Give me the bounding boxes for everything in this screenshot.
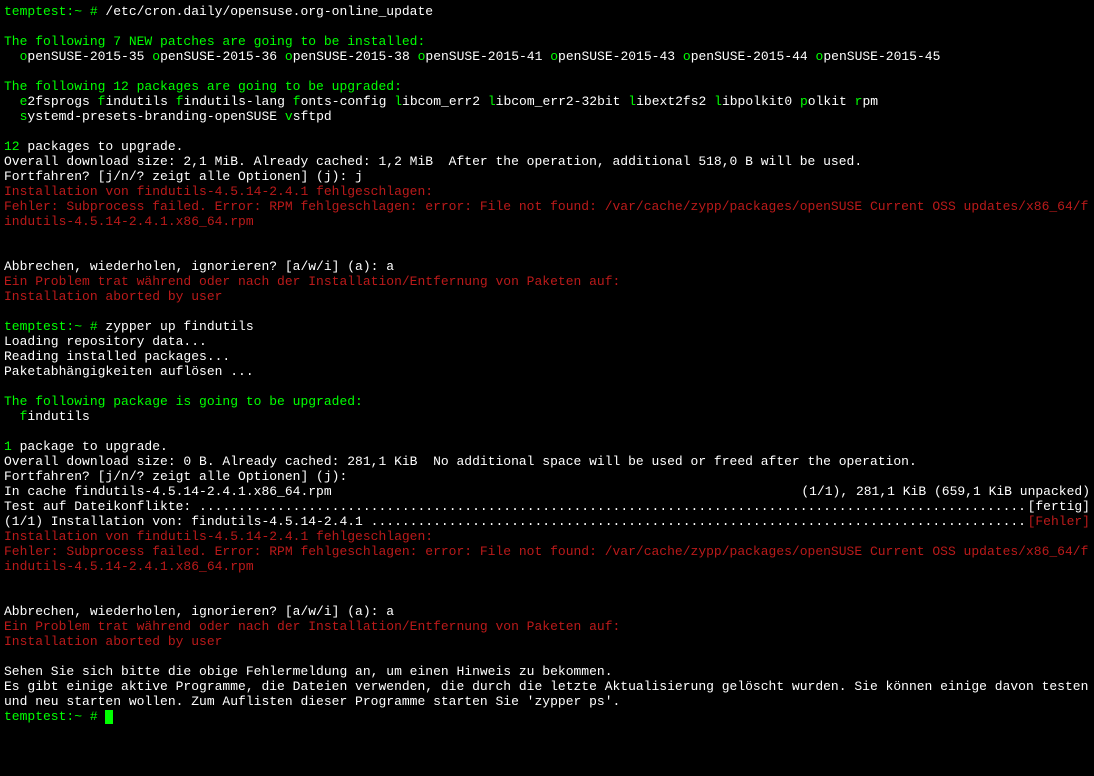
prompt-host-2: temptest:~ # (4, 319, 105, 334)
test-dots: ........................................… (199, 499, 1028, 514)
test-left: Test auf Dateikonflikte: (4, 499, 199, 514)
summary-text-2: package to upgrade. (12, 439, 168, 454)
blank-line (4, 649, 12, 664)
item-rest: indutils (27, 409, 89, 424)
blank-line (4, 424, 12, 439)
download-1: Overall download size: 2,1 MiB. Already … (4, 154, 862, 169)
item-rest: penSUSE-2015-36 (160, 49, 277, 64)
blank-line (4, 19, 12, 34)
loading-msg: Loading repository data... (4, 334, 207, 349)
fail-msg-3: Installation von findutils-4.5.14-2.4.1 … (4, 529, 433, 544)
item-rest: 2fsprogs (27, 94, 89, 109)
blank-line (4, 379, 12, 394)
summary-count: 12 (4, 139, 20, 154)
inst-left: (1/1) Installation von: findutils-4.5.14… (4, 514, 371, 529)
resolve-msg: Paketabhängigkeiten auflösen ... (4, 364, 254, 379)
item-firstletter: l (628, 94, 636, 109)
blank-line (4, 574, 12, 589)
item-rest: ibcom_err2 (402, 94, 480, 109)
upgrades-header: The following 12 packages are going to b… (4, 79, 402, 94)
item-firstletter: p (800, 94, 808, 109)
item-rest: pm (862, 94, 878, 109)
item-firstletter: l (394, 94, 402, 109)
blank-line (4, 124, 12, 139)
item-firstletter: l (714, 94, 722, 109)
item-rest: penSUSE-2015-41 (425, 49, 542, 64)
item-firstletter: f (293, 94, 301, 109)
blank-line (4, 244, 12, 259)
note-2: Es gibt einige aktive Programme, die Dat… (4, 679, 1094, 709)
item-firstletter: l (488, 94, 496, 109)
fail-msg-1: Installation von findutils-4.5.14-2.4.1 … (4, 184, 433, 199)
item-rest: penSUSE-2015-35 (27, 49, 144, 64)
cursor-block[interactable] (105, 710, 113, 724)
abort-prompt-1: Abbrechen, wiederholen, ignorieren? [a/w… (4, 259, 394, 274)
fail-msg-4: Fehler: Subprocess failed. Error: RPM fe… (4, 544, 1088, 574)
prompt-host: temptest:~ # (4, 4, 105, 19)
reading-msg: Reading installed packages... (4, 349, 230, 364)
fortfahren-2: Fortfahren? [j/n/? zeigt alle Optionen] … (4, 469, 347, 484)
command-1: /etc/cron.daily/opensuse.org-online_upda… (105, 4, 433, 19)
item-rest: indutils (105, 94, 167, 109)
item-rest: indutils-lang (184, 94, 285, 109)
item-rest: sftpd (293, 109, 332, 124)
note-1: Sehen Sie sich bitte die obige Fehlermel… (4, 664, 613, 679)
fail-msg-2: Fehler: Subprocess failed. Error: RPM fe… (4, 199, 1088, 229)
abort-prompt-2: Abbrechen, wiederholen, ignorieren? [a/w… (4, 604, 394, 619)
problem-msg-1: Ein Problem trat während oder nach der I… (4, 274, 620, 289)
item-rest: ystemd-presets-branding-openSUSE (27, 109, 277, 124)
item-rest: penSUSE-2015-38 (293, 49, 410, 64)
blank-line (4, 589, 12, 604)
command-2: zypper up findutils (105, 319, 253, 334)
summary-text: packages to upgrade. (20, 139, 184, 154)
upgrades-header-2: The following package is going to be upg… (4, 394, 363, 409)
cache-left: In cache findutils-4.5.14-2.4.1.x86_64.r… (4, 484, 332, 499)
prompt-host-3: temptest:~ # (4, 709, 105, 724)
status-fehler: [Fehler] (1028, 514, 1090, 529)
summary-count-2: 1 (4, 439, 12, 454)
item-rest: onts-config (301, 94, 387, 109)
cache-right: (1/1), 281,1 KiB (659,1 KiB unpacked) (801, 484, 1090, 499)
aborted-2: Installation aborted by user (4, 634, 222, 649)
item-firstletter: v (285, 109, 293, 124)
download-2: Overall download size: 0 B. Already cach… (4, 454, 917, 469)
item-rest: olkit (808, 94, 847, 109)
item-rest: penSUSE-2015-43 (558, 49, 675, 64)
terminal-output[interactable]: temptest:~ # /etc/cron.daily/opensuse.or… (0, 0, 1094, 728)
status-fertig: [fertig] (1028, 499, 1090, 514)
patches-header: The following 7 NEW patches are going to… (4, 34, 425, 49)
item-rest: penSUSE-2015-45 (823, 49, 940, 64)
item-rest: penSUSE-2015-44 (691, 49, 808, 64)
fortfahren-1: Fortfahren? [j/n/? zeigt alle Optionen] … (4, 169, 363, 184)
blank-line (4, 304, 12, 319)
problem-msg-2: Ein Problem trat während oder nach der I… (4, 619, 620, 634)
item-firstletter: o (683, 49, 691, 64)
inst-dots: ........................................… (371, 514, 1028, 529)
item-firstletter: o (152, 49, 160, 64)
blank-line (4, 229, 12, 244)
item-firstletter: o (285, 49, 293, 64)
item-firstletter: o (550, 49, 558, 64)
item-rest: ibpolkit0 (722, 94, 792, 109)
item-firstletter: f (176, 94, 184, 109)
aborted-1: Installation aborted by user (4, 289, 222, 304)
item-rest: ibcom_err2-32bit (496, 94, 621, 109)
blank-line (4, 64, 12, 79)
item-rest: ibext2fs2 (636, 94, 706, 109)
